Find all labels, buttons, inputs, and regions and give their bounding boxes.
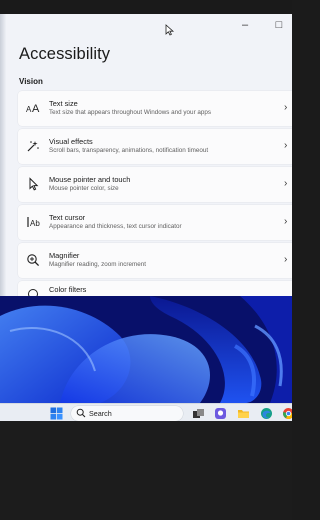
chevron-right-icon: › xyxy=(284,254,288,265)
top-letterbox xyxy=(0,0,292,14)
edge-icon[interactable] xyxy=(260,407,273,420)
setting-item-title: Mouse pointer and touch xyxy=(49,175,131,184)
taskbar: Search xyxy=(0,403,292,423)
search-label: Search xyxy=(89,409,112,418)
setting-item-description: Appearance and thickness, text cursor in… xyxy=(49,223,182,230)
file-explorer-icon[interactable] xyxy=(237,407,250,420)
maximize-button[interactable]: □ xyxy=(272,18,286,32)
maximize-icon: □ xyxy=(275,18,283,31)
chrome-icon[interactable] xyxy=(282,407,292,420)
screen: – □ Accessibility Vision A A Text size T… xyxy=(0,0,292,520)
setting-item-title: Magnifier xyxy=(49,251,80,260)
setting-item-description: Mouse pointer color, size xyxy=(49,185,119,192)
chevron-right-icon: › xyxy=(284,216,288,227)
magnifier-icon xyxy=(26,253,40,267)
text-cursor-icon: Ab xyxy=(26,215,40,229)
minimize-button[interactable]: – xyxy=(238,18,252,32)
chevron-right-icon: › xyxy=(284,178,288,189)
section-heading-vision: Vision xyxy=(19,77,43,86)
settings-window: – □ Accessibility Vision A A Text size T… xyxy=(0,14,292,296)
minimize-icon: – xyxy=(241,18,249,31)
task-view-icon[interactable] xyxy=(192,407,205,420)
setting-item-color-filters[interactable]: Color filters xyxy=(18,281,292,296)
mouse-pointer-icon xyxy=(26,177,40,191)
text-size-icon: A A xyxy=(26,101,40,115)
window-left-edge xyxy=(0,14,6,296)
svg-text:A: A xyxy=(32,103,40,115)
setting-item-visual-effects[interactable]: Visual effects Scroll bars, transparency… xyxy=(18,129,292,164)
search-icon xyxy=(76,408,86,418)
title-bar[interactable]: – □ xyxy=(0,14,292,36)
chevron-right-icon: › xyxy=(284,140,288,151)
setting-item-description: Text size that appears throughout Window… xyxy=(49,109,212,116)
desktop-wallpaper xyxy=(0,296,292,403)
setting-item-title: Visual effects xyxy=(49,137,93,146)
setting-item-mouse-pointer[interactable]: Mouse pointer and touch Mouse pointer co… xyxy=(18,167,292,202)
color-filters-icon xyxy=(26,287,40,296)
chevron-right-icon: › xyxy=(284,102,288,113)
setting-item-title: Color filters xyxy=(49,285,87,294)
taskbar-search-box[interactable]: Search xyxy=(71,406,183,421)
setting-item-title: Text cursor xyxy=(49,213,86,222)
mouse-cursor-icon xyxy=(165,24,175,36)
start-icon[interactable] xyxy=(50,407,63,420)
wallpaper-bloom-image xyxy=(0,296,292,403)
bottom-letterbox xyxy=(0,421,292,520)
setting-item-text-size[interactable]: A A Text size Text size that appears thr… xyxy=(18,91,292,126)
setting-item-description: Magnifier reading, zoom increment xyxy=(49,261,146,268)
page-title: Accessibility xyxy=(19,45,111,63)
chat-icon[interactable] xyxy=(214,407,227,420)
visual-effects-icon xyxy=(26,139,40,153)
setting-item-text-cursor[interactable]: Ab Text cursor Appearance and thickness,… xyxy=(18,205,292,240)
setting-item-title: Text size xyxy=(49,99,78,108)
setting-item-magnifier[interactable]: Magnifier Magnifier reading, zoom increm… xyxy=(18,243,292,278)
svg-text:Ab: Ab xyxy=(30,219,40,228)
setting-item-description: Scroll bars, transparency, animations, n… xyxy=(49,147,209,154)
